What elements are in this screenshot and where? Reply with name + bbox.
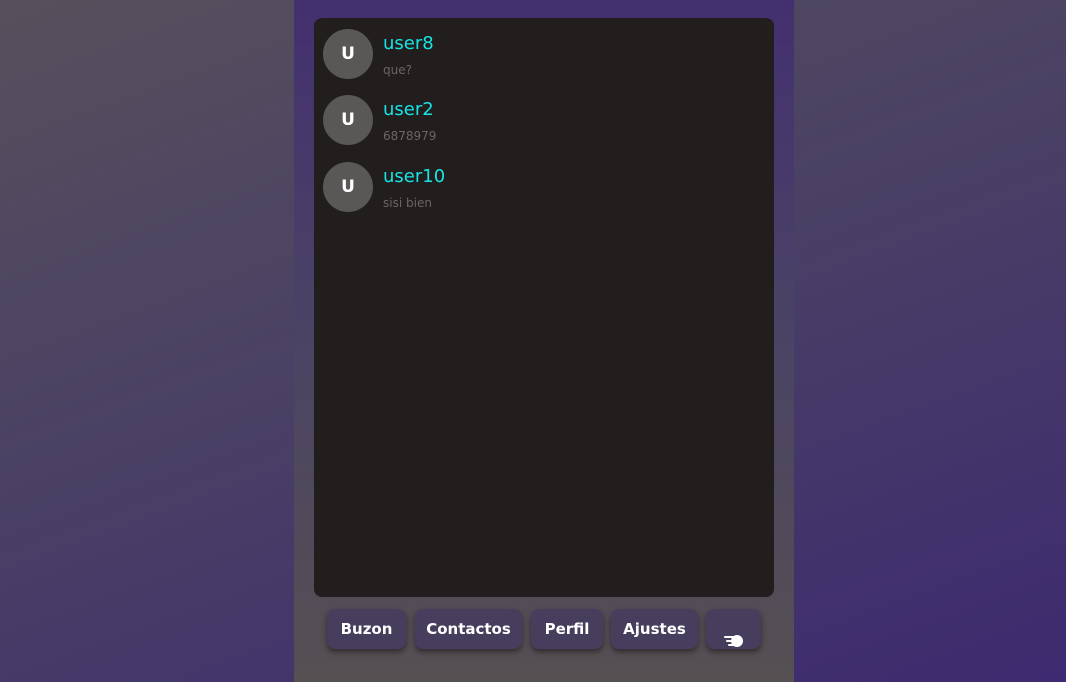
chat-name: user8 [383,33,434,54]
contactos-label: Contactos [426,620,511,638]
chat-item-user2[interactable]: U user2 6878979 [323,95,763,147]
logout-button[interactable] [706,609,761,649]
chat-preview: 6878979 [383,129,437,143]
chat-name: user10 [383,166,446,187]
app-container: U user8 que? U user2 6878979 U user10 si… [294,0,794,682]
perfil-button[interactable]: Perfil [531,609,603,649]
avatar: U [323,95,373,145]
chat-item-user8[interactable]: U user8 que? [323,29,763,81]
avatar: U [323,29,373,79]
buzon-button[interactable]: Buzon [327,609,406,649]
perfil-label: Perfil [544,620,590,638]
chat-list: U user8 que? U user2 6878979 U user10 si… [314,18,774,597]
chat-item-user10[interactable]: U user10 sisi bien [323,162,763,214]
chat-preview: sisi bien [383,196,432,210]
ajustes-label: Ajustes [623,620,686,638]
avatar: U [323,162,373,212]
logout-hand-icon [723,623,744,647]
chat-preview: que? [383,63,412,77]
bottom-nav: Buzon Contactos Perfil Ajustes [294,609,794,649]
ajustes-button[interactable]: Ajustes [611,609,698,649]
chat-name: user2 [383,99,434,120]
buzon-label: Buzon [340,620,393,638]
contactos-button[interactable]: Contactos [415,609,522,649]
